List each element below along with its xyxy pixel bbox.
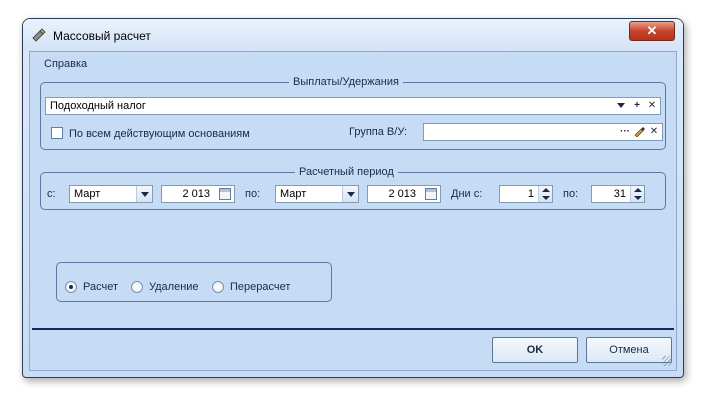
title-bar[interactable]: Массовый расчет ✕	[23, 19, 683, 51]
radio-calculation[interactable]	[65, 281, 77, 293]
ellipsis-icon[interactable]: ···	[618, 125, 632, 139]
days-from-stepper[interactable]: 1	[499, 185, 553, 203]
days-from-label: Дни с:	[451, 188, 483, 200]
from-month-value: Март	[74, 188, 101, 200]
calendar-icon[interactable]	[219, 188, 231, 200]
radio-recalculation-label[interactable]: Перерасчет	[230, 281, 290, 293]
to-year-value: 2 013	[388, 188, 416, 200]
period-group-legend: Расчетный период	[295, 166, 398, 178]
clear-icon[interactable]: ✕	[647, 125, 661, 139]
from-label: с:	[47, 188, 56, 200]
chevron-down-icon[interactable]	[342, 186, 358, 202]
radio-delete[interactable]	[131, 281, 143, 293]
all-bases-label: По всем действующим основаниям	[69, 128, 250, 140]
footer-separator	[32, 328, 674, 330]
payments-group-legend: Выплаты/Удержания	[289, 76, 403, 88]
period-group: Расчетный период с: Март 2 013 по: Март …	[40, 166, 666, 210]
days-to-stepper[interactable]: 31	[591, 185, 645, 203]
cancel-button[interactable]: Отмена	[586, 337, 672, 363]
resize-grip-icon[interactable]	[662, 356, 672, 366]
days-from-value: 1	[527, 188, 534, 200]
close-button[interactable]: ✕	[629, 21, 675, 41]
edit-icon[interactable]	[632, 125, 646, 139]
group-field[interactable]: ··· ✕	[423, 123, 663, 141]
add-icon[interactable]: +	[630, 99, 644, 113]
radio-calculation-label[interactable]: Расчет	[83, 281, 118, 293]
clear-icon[interactable]: ✕	[645, 99, 659, 113]
window-title: Массовый расчет	[53, 29, 151, 43]
payments-group: Выплаты/Удержания Подоходный налог + ✕ П…	[40, 76, 666, 150]
all-bases-checkbox[interactable]	[51, 127, 63, 139]
from-year-value: 2 013	[182, 188, 210, 200]
chevron-down-icon[interactable]	[614, 99, 628, 113]
calendar-icon[interactable]	[425, 188, 437, 200]
radio-recalculation[interactable]	[212, 281, 224, 293]
spin-arrows-icon[interactable]	[630, 186, 644, 202]
mode-group: Расчет Удаление Перерасчет	[56, 262, 332, 302]
group-label: Группа В/У:	[349, 126, 408, 138]
from-year-field[interactable]: 2 013	[161, 185, 235, 203]
to-year-field[interactable]: 2 013	[367, 185, 441, 203]
days-to-label: по:	[563, 188, 579, 200]
app-icon	[31, 27, 47, 43]
to-month-select[interactable]: Март	[275, 185, 359, 203]
close-icon: ✕	[646, 23, 658, 38]
from-month-select[interactable]: Март	[69, 185, 153, 203]
spin-arrows-icon[interactable]	[538, 186, 552, 202]
menu-item-help[interactable]: Справка	[44, 58, 87, 70]
mass-calculation-dialog: Массовый расчет ✕ Справка Выплаты/Удержа…	[22, 18, 684, 378]
payment-type-value: Подоходный налог	[50, 100, 146, 112]
payment-type-select[interactable]: Подоходный налог + ✕	[45, 97, 661, 115]
radio-delete-label[interactable]: Удаление	[149, 281, 199, 293]
to-label: по:	[245, 188, 261, 200]
to-month-value: Март	[280, 188, 307, 200]
days-to-value: 31	[613, 188, 626, 200]
chevron-down-icon[interactable]	[136, 186, 152, 202]
dialog-body: Справка Выплаты/Удержания Подоходный нал…	[29, 51, 677, 371]
ok-button[interactable]: OK	[492, 337, 578, 363]
